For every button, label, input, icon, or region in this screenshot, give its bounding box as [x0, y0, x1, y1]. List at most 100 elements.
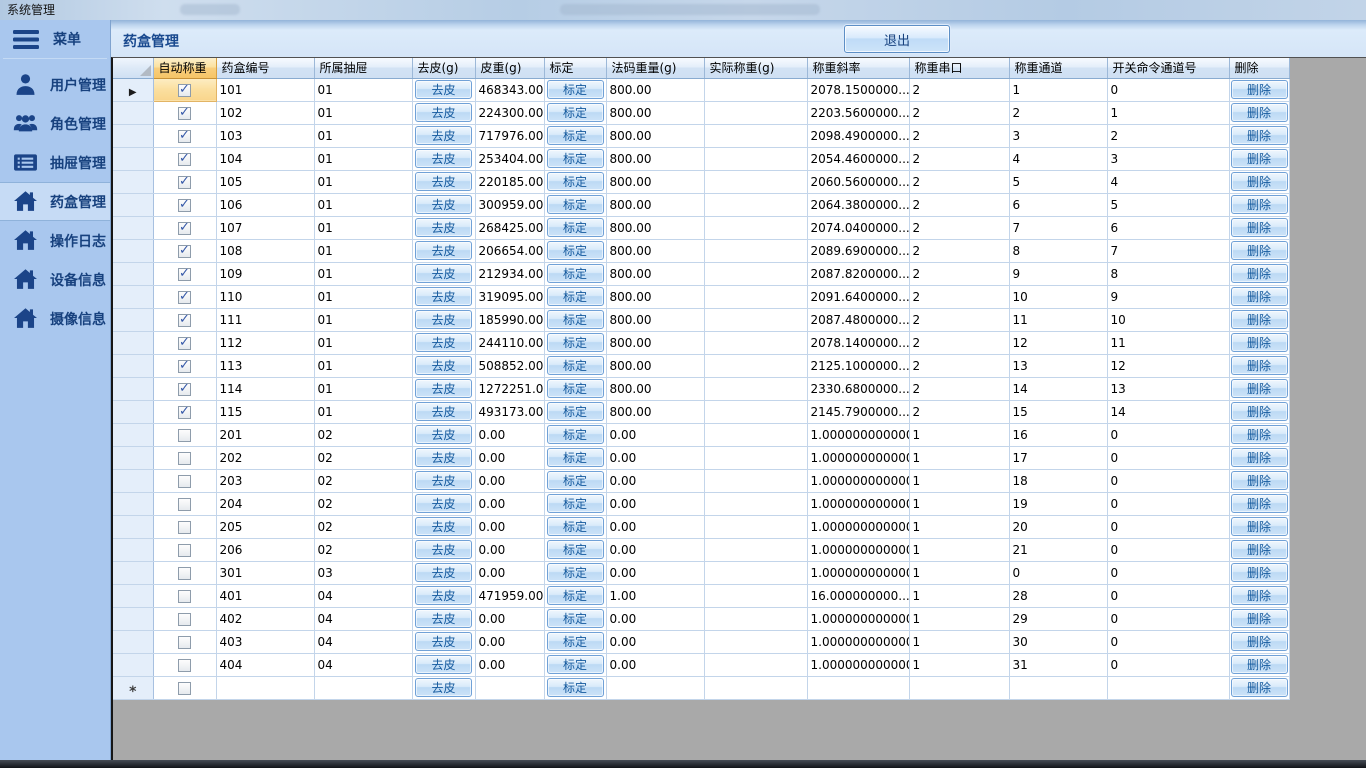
tare-button[interactable]: 去皮: [415, 425, 472, 444]
tare-weight-cell[interactable]: 220185.00: [475, 170, 544, 193]
serial-port-cell[interactable]: 1: [909, 538, 1009, 561]
drawer-cell[interactable]: 04: [314, 653, 412, 676]
row-selector[interactable]: [113, 101, 153, 124]
serial-port-cell[interactable]: 2: [909, 262, 1009, 285]
slope-cell[interactable]: 1.0000000000000: [807, 607, 909, 630]
calibrate-button[interactable]: 标定: [547, 310, 604, 329]
tare-weight-cell[interactable]: 224300.00: [475, 101, 544, 124]
auto-weigh-checkbox[interactable]: [178, 245, 191, 258]
actual-weight-cell[interactable]: [704, 101, 807, 124]
weight-cell[interactable]: 0.00: [606, 630, 704, 653]
actual-weight-cell[interactable]: [704, 446, 807, 469]
switch-channel-cell[interactable]: 10: [1107, 308, 1229, 331]
weight-cell[interactable]: 0.00: [606, 469, 704, 492]
delete-button[interactable]: 删除: [1231, 218, 1288, 237]
tare-button[interactable]: 去皮: [415, 494, 472, 513]
box-number-cell[interactable]: 107: [216, 216, 314, 239]
tare-weight-cell[interactable]: 212934.00: [475, 262, 544, 285]
column-header-switch-channel[interactable]: 开关命令通道号: [1107, 58, 1229, 78]
drawer-cell[interactable]: 01: [314, 216, 412, 239]
calibrate-button[interactable]: 标定: [547, 80, 604, 99]
row-selector[interactable]: [113, 469, 153, 492]
drawer-cell[interactable]: 01: [314, 78, 412, 101]
column-header-serial-port[interactable]: 称重串口: [909, 58, 1009, 78]
weigh-channel-cell[interactable]: 1: [1009, 78, 1107, 101]
tare-button[interactable]: 去皮: [415, 126, 472, 145]
weigh-channel-cell[interactable]: 5: [1009, 170, 1107, 193]
select-all-corner[interactable]: [113, 58, 153, 78]
box-number-cell[interactable]: 113: [216, 354, 314, 377]
switch-channel-cell[interactable]: 0: [1107, 584, 1229, 607]
serial-port-cell[interactable]: 2: [909, 124, 1009, 147]
slope-cell[interactable]: 2078.1500000...: [807, 78, 909, 101]
weigh-channel-cell[interactable]: 16: [1009, 423, 1107, 446]
serial-port-cell[interactable]: 1: [909, 492, 1009, 515]
weigh-channel-cell[interactable]: [1009, 676, 1107, 699]
serial-port-cell[interactable]: 2: [909, 216, 1009, 239]
delete-button[interactable]: 删除: [1231, 609, 1288, 628]
serial-port-cell[interactable]: 2: [909, 331, 1009, 354]
row-selector[interactable]: [113, 193, 153, 216]
serial-port-cell[interactable]: 2: [909, 308, 1009, 331]
slope-cell[interactable]: 1.0000000000000: [807, 515, 909, 538]
auto-weigh-checkbox[interactable]: [178, 682, 191, 695]
calibrate-button[interactable]: 标定: [547, 586, 604, 605]
drawer-cell[interactable]: 01: [314, 262, 412, 285]
weight-cell[interactable]: 800.00: [606, 400, 704, 423]
tare-button[interactable]: 去皮: [415, 172, 472, 191]
tare-button[interactable]: 去皮: [415, 218, 472, 237]
tare-weight-cell[interactable]: 0.00: [475, 492, 544, 515]
drawer-cell[interactable]: 01: [314, 193, 412, 216]
delete-button[interactable]: 删除: [1231, 172, 1288, 191]
actual-weight-cell[interactable]: [704, 630, 807, 653]
weight-cell[interactable]: 800.00: [606, 285, 704, 308]
delete-button[interactable]: 删除: [1231, 241, 1288, 260]
column-header-calibrate[interactable]: 标定: [544, 58, 606, 78]
calibrate-button[interactable]: 标定: [547, 632, 604, 651]
row-selector[interactable]: [113, 377, 153, 400]
row-selector[interactable]: [113, 561, 153, 584]
weight-cell[interactable]: 800.00: [606, 124, 704, 147]
row-selector[interactable]: [113, 515, 153, 538]
calibrate-button[interactable]: 标定: [547, 356, 604, 375]
delete-button[interactable]: 删除: [1231, 149, 1288, 168]
tare-button[interactable]: 去皮: [415, 471, 472, 490]
row-selector[interactable]: [113, 538, 153, 561]
weigh-channel-cell[interactable]: 21: [1009, 538, 1107, 561]
actual-weight-cell[interactable]: [704, 607, 807, 630]
auto-weigh-checkbox[interactable]: [178, 291, 191, 304]
switch-channel-cell[interactable]: 5: [1107, 193, 1229, 216]
slope-cell[interactable]: 2089.6900000...: [807, 239, 909, 262]
switch-channel-cell[interactable]: 11: [1107, 331, 1229, 354]
weight-cell[interactable]: 800.00: [606, 239, 704, 262]
switch-channel-cell[interactable]: 0: [1107, 630, 1229, 653]
sidebar-item-drawer-management[interactable]: 抽屉管理: [0, 143, 110, 182]
slope-cell[interactable]: 1.0000000000000: [807, 630, 909, 653]
weigh-channel-cell[interactable]: 11: [1009, 308, 1107, 331]
delete-button[interactable]: 删除: [1231, 448, 1288, 467]
serial-port-cell[interactable]: 1: [909, 653, 1009, 676]
auto-weigh-checkbox[interactable]: [178, 475, 191, 488]
tare-weight-cell[interactable]: 471959.00: [475, 584, 544, 607]
calibrate-button[interactable]: 标定: [547, 287, 604, 306]
drawer-cell[interactable]: 02: [314, 515, 412, 538]
row-selector[interactable]: [113, 584, 153, 607]
switch-channel-cell[interactable]: 0: [1107, 469, 1229, 492]
switch-channel-cell[interactable]: 0: [1107, 78, 1229, 101]
box-number-cell[interactable]: 115: [216, 400, 314, 423]
tare-button[interactable]: 去皮: [415, 540, 472, 559]
auto-weigh-checkbox[interactable]: [178, 383, 191, 396]
tare-button[interactable]: 去皮: [415, 678, 472, 697]
switch-channel-cell[interactable]: 14: [1107, 400, 1229, 423]
slope-cell[interactable]: 1.0000000000000: [807, 538, 909, 561]
weight-cell[interactable]: 0.00: [606, 492, 704, 515]
tare-button[interactable]: 去皮: [415, 241, 472, 260]
switch-channel-cell[interactable]: 6: [1107, 216, 1229, 239]
serial-port-cell[interactable]: 1: [909, 630, 1009, 653]
switch-channel-cell[interactable]: 0: [1107, 561, 1229, 584]
auto-weigh-checkbox[interactable]: [178, 222, 191, 235]
weight-cell[interactable]: 800.00: [606, 308, 704, 331]
calibrate-button[interactable]: 标定: [547, 471, 604, 490]
auto-weigh-checkbox[interactable]: [178, 521, 191, 534]
serial-port-cell[interactable]: 1: [909, 561, 1009, 584]
